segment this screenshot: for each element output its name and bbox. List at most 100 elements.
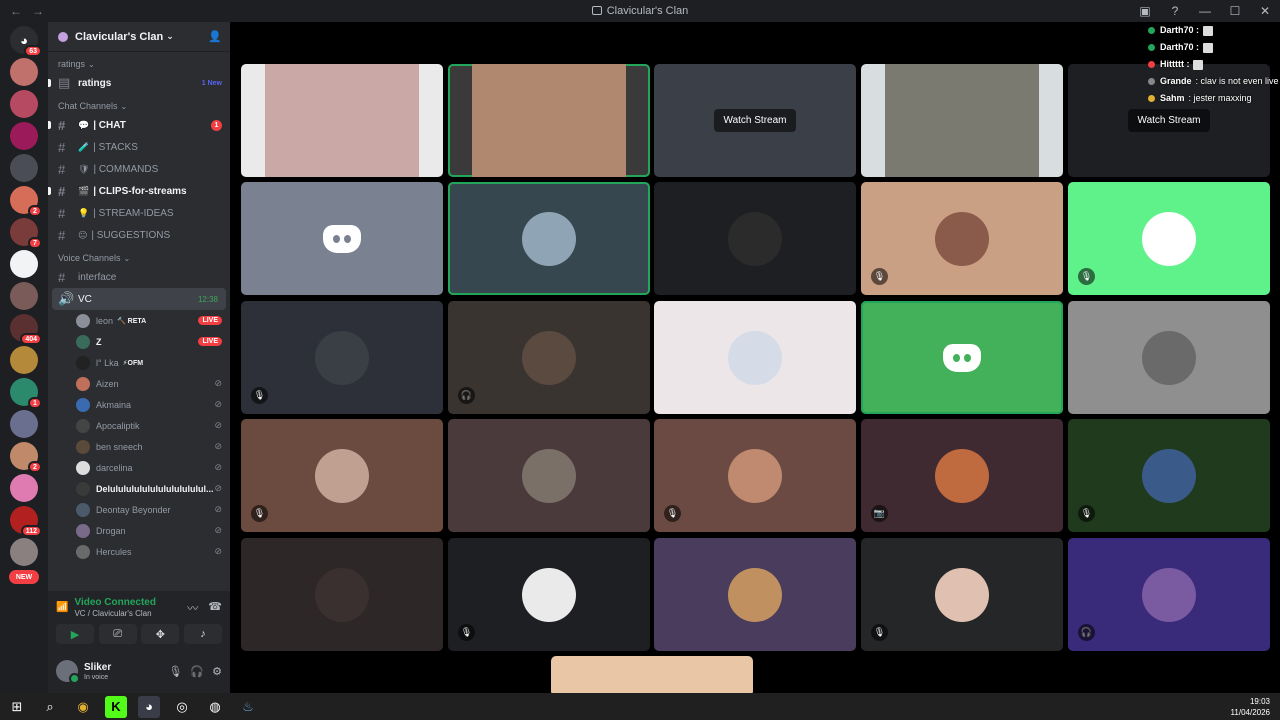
soundboard-button[interactable]: ♪	[183, 624, 222, 644]
server-icon[interactable]	[10, 538, 38, 566]
participant-tile[interactable]	[241, 64, 443, 177]
voice-user[interactable]: Akmaina ⊘	[48, 394, 230, 415]
voice-status[interactable]: Video Connected	[74, 597, 156, 608]
participant-tile[interactable]	[448, 182, 650, 295]
username[interactable]: Sliker	[84, 662, 111, 673]
voice-user[interactable]: Delulululululululululululul... ⊘	[48, 478, 230, 499]
server-icon[interactable]	[10, 58, 38, 86]
obs-icon[interactable]: ◍	[204, 696, 226, 718]
server-icon[interactable]: 2	[10, 186, 42, 217]
server-icon[interactable]	[10, 90, 38, 118]
server-icon[interactable]	[10, 474, 38, 502]
channel-item[interactable]: # 😐 | SUGGESTIONS	[48, 224, 230, 246]
participant-tile[interactable]: 🎙	[1068, 182, 1270, 295]
participant-tile[interactable]: 🎙	[861, 182, 1063, 295]
voice-user[interactable]: Hercules ⊘	[48, 541, 230, 562]
voice-user[interactable]: darcelina ⊘	[48, 457, 230, 478]
participant-tile[interactable]: 🎧	[448, 301, 650, 414]
participant-tile[interactable]: 📷	[861, 419, 1063, 532]
voice-channel-vc[interactable]: 🔊 VC 12:38	[52, 288, 226, 310]
inbox-icon[interactable]: ▣	[1130, 0, 1160, 22]
server-icon[interactable]: 112	[10, 506, 42, 537]
participant-tile[interactable]	[654, 301, 856, 414]
participant-tile[interactable]	[448, 64, 650, 177]
windows-start-icon[interactable]: ⊞	[6, 696, 28, 718]
channel-ratings[interactable]: ▤ ratings 1 New	[48, 72, 230, 94]
watch-stream-button[interactable]: Watch Stream	[1127, 109, 1211, 132]
server-icon[interactable]	[10, 250, 38, 278]
participant-tile[interactable]	[861, 64, 1063, 177]
server-icon[interactable]	[10, 122, 38, 150]
participant-tile[interactable]: 🎙	[241, 301, 443, 414]
disconnect-icon[interactable]: ☎	[208, 600, 222, 616]
participant-tile[interactable]	[448, 419, 650, 532]
server-icon[interactable]: 2	[10, 442, 42, 473]
steam-icon[interactable]: ♨	[237, 696, 259, 718]
back-arrow-icon[interactable]: ←	[10, 4, 22, 18]
server-icon[interactable]	[10, 282, 38, 310]
channel-item[interactable]: # 💬 | CHAT 1	[48, 114, 230, 136]
minimize-button[interactable]: —	[1190, 0, 1220, 22]
invite-people-icon[interactable]: 👤	[208, 30, 222, 43]
participant-tile[interactable]: 🎙	[861, 538, 1063, 651]
participant-tile[interactable]: 🎙	[448, 538, 650, 651]
camera-button[interactable]: ▶	[56, 624, 94, 644]
avatar[interactable]	[56, 660, 80, 684]
server-icon[interactable]: 1	[10, 378, 42, 409]
app-icon[interactable]: ◎	[171, 696, 193, 718]
participant-tile[interactable]: 🎙	[654, 419, 856, 532]
system-clock[interactable]: 19:03 11/04/2026	[1231, 696, 1270, 718]
activities-button[interactable]: ✥	[141, 624, 180, 644]
category-chat[interactable]: Chat Channels ⌄	[48, 98, 230, 114]
participant-tile[interactable]	[654, 182, 856, 295]
channel-item[interactable]: # 🎬 | CLIPS-for-streams	[48, 180, 230, 202]
participant-tile[interactable]	[241, 182, 443, 295]
gear-icon[interactable]: ⚙	[212, 665, 222, 678]
participant-tile[interactable]	[861, 301, 1063, 414]
participant-tile[interactable]: Watch Stream	[654, 64, 856, 177]
participant-tile[interactable]: 🎙	[1068, 419, 1270, 532]
server-icon[interactable]: 7	[10, 218, 42, 249]
headphones-icon[interactable]: 🎧	[190, 665, 204, 678]
voice-user[interactable]: leon 🔨 RETA LIVE	[48, 310, 230, 331]
server-icon[interactable]	[10, 154, 38, 182]
server-icon[interactable]	[10, 410, 38, 438]
channel-item[interactable]: # 🛡 | COMMANDS	[48, 158, 230, 180]
category-voice[interactable]: Voice Channels ⌄	[48, 250, 230, 266]
voice-user[interactable]: Apocaliptik ⊘	[48, 415, 230, 436]
noise-suppression-icon[interactable]: 〰	[187, 600, 198, 616]
video-tile-partial[interactable]	[551, 656, 753, 693]
voice-user[interactable]: Deontay Beyonder ⊘	[48, 499, 230, 520]
participant-tile[interactable]: 🎧	[1068, 538, 1270, 651]
channel-item[interactable]: # 🧪 | STACKS	[48, 136, 230, 158]
close-button[interactable]: ✕	[1250, 0, 1280, 22]
channel-item[interactable]: # 💡 | STREAM-IDEAS	[48, 202, 230, 224]
maximize-button[interactable]: ☐	[1220, 0, 1250, 22]
discord-icon[interactable]: ◕	[138, 695, 160, 718]
participant-tile[interactable]	[1068, 301, 1270, 414]
voice-user[interactable]: Drogan ⊘	[48, 520, 230, 541]
new-servers-pill[interactable]: NEW	[9, 570, 39, 584]
category-ratings[interactable]: ratings ⌄	[48, 56, 230, 72]
participant-tile[interactable]	[654, 538, 856, 651]
voice-user[interactable]: l° Lka ⚡OFM	[48, 352, 230, 373]
voice-user[interactable]: ben sneech ⊘	[48, 436, 230, 457]
participant-tile[interactable]: 🎙	[241, 419, 443, 532]
kick-icon[interactable]: K	[105, 695, 127, 718]
microphone-icon[interactable]: 🎙	[168, 665, 182, 678]
participant-tile[interactable]	[241, 538, 443, 651]
home-button[interactable]: ◕ 63	[10, 26, 42, 57]
server-icon[interactable]	[10, 346, 38, 374]
voice-location[interactable]: VC / Clavicular's Clan	[74, 609, 156, 618]
guild-header[interactable]: Clavicular's Clan ⌄ 👤	[48, 22, 230, 52]
voice-user[interactable]: Aizen ⊘	[48, 373, 230, 394]
watch-stream-button[interactable]: Watch Stream	[713, 109, 797, 132]
voice-user[interactable]: Z LIVE	[48, 331, 230, 352]
signal-icon[interactable]: 📶	[56, 602, 68, 613]
chrome-icon[interactable]: ◉	[72, 696, 94, 718]
screenshare-button[interactable]: ⎚	[98, 624, 137, 644]
server-icon[interactable]: 404	[10, 314, 42, 345]
help-icon[interactable]: ?	[1160, 0, 1190, 22]
channel-interface[interactable]: # interface	[48, 266, 230, 288]
search-icon[interactable]: ⌕	[39, 696, 61, 718]
